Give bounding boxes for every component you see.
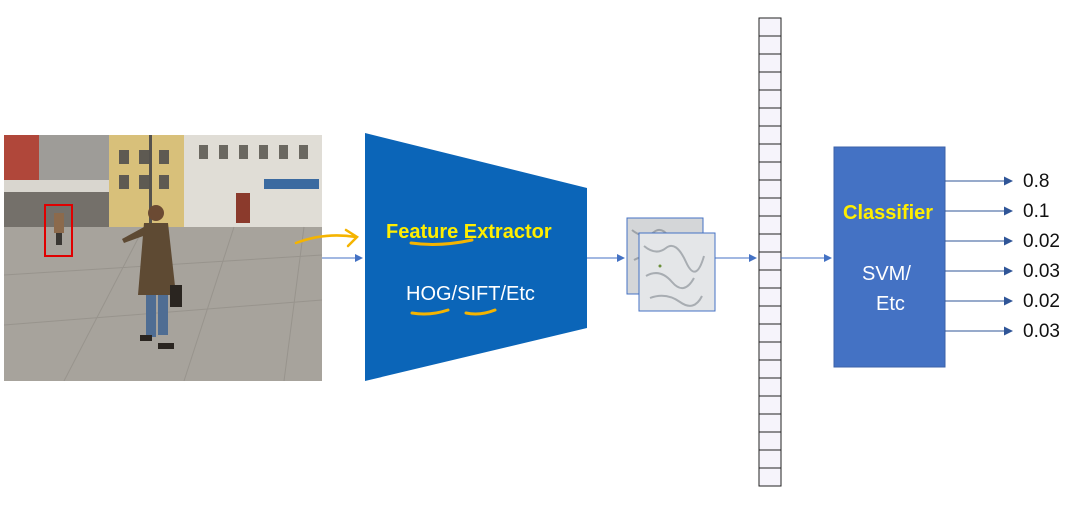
classifier-title: Classifier xyxy=(843,202,934,224)
annotation-arrow-icon xyxy=(294,228,359,248)
feature-vector-cell xyxy=(758,197,782,217)
output-score: 0.02 xyxy=(1023,231,1060,252)
feature-vector-cell xyxy=(758,341,782,361)
feature-vector-cell xyxy=(758,305,782,325)
feature-vector-cell xyxy=(758,215,782,235)
classifier-method-line1: SVM/ xyxy=(862,263,911,285)
feature-vector-cell xyxy=(758,35,782,55)
output-score: 0.8 xyxy=(1023,171,1050,192)
output-score: 0.02 xyxy=(1023,291,1060,312)
feature-vector-cell xyxy=(758,413,782,433)
feature-vector-cell xyxy=(758,179,782,199)
feature-vector-cell xyxy=(758,143,782,163)
feature-vector-cell xyxy=(758,359,782,379)
feature-vector-cell xyxy=(758,71,782,91)
feature-extractor-methods: HOG/SIFT/Etc xyxy=(406,283,535,305)
output-score: 0.03 xyxy=(1023,261,1060,282)
feature-vector-cell xyxy=(758,467,782,487)
feature-vector-cell xyxy=(758,377,782,397)
feature-vector-cell xyxy=(758,125,782,145)
feature-vector-cell xyxy=(758,89,782,109)
feature-extractor-title: Feature Extractor xyxy=(386,221,552,243)
feature-vector-cell xyxy=(758,107,782,127)
feature-vector xyxy=(758,17,782,487)
feature-map-stack xyxy=(626,217,716,312)
output-score: 0.03 xyxy=(1023,321,1060,342)
feature-extractor-block xyxy=(365,133,587,381)
output-arrows xyxy=(945,176,1013,336)
classifier-method-line2: Etc xyxy=(876,293,905,315)
feature-vector-cell xyxy=(758,323,782,343)
feature-vector-cell xyxy=(758,53,782,73)
feature-vector-cell xyxy=(758,287,782,307)
feature-vector-cell xyxy=(758,161,782,181)
feature-vector-cell xyxy=(758,269,782,289)
feature-vector-cell xyxy=(758,233,782,253)
feature-vector-cell xyxy=(758,17,782,37)
diagram-canvas xyxy=(294,17,1013,487)
feature-vector-cell xyxy=(758,449,782,469)
output-score: 0.1 xyxy=(1023,201,1050,222)
feature-vector-cell xyxy=(758,431,782,451)
feature-vector-cell xyxy=(758,251,782,271)
classifier-block xyxy=(833,146,946,368)
feature-vector-cell xyxy=(758,395,782,415)
